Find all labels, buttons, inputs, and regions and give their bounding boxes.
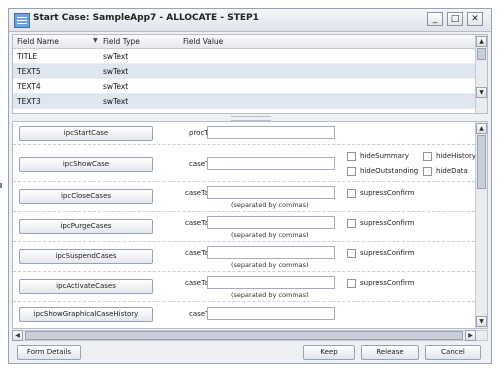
column-field-type[interactable]: Field Type: [103, 37, 140, 46]
scroll-up-icon[interactable]: ▲: [476, 36, 487, 47]
action-row: ipcShowGraphicalCaseHistory caseTag: [13, 301, 475, 327]
panel-scrollbar[interactable]: ▲ ▼: [475, 122, 487, 328]
cancel-button[interactable]: Cancel: [425, 345, 481, 360]
grid-scrollbar[interactable]: ▲ ▼: [475, 35, 487, 113]
grid-header: Field Name ▼ Field Type Field Value: [13, 35, 475, 49]
scroll-up-icon[interactable]: ▲: [476, 123, 487, 134]
grid-scroll-thumb[interactable]: [477, 48, 486, 60]
case-tags-input[interactable]: [207, 216, 335, 229]
panel-scroll-thumb[interactable]: [477, 135, 486, 189]
grid-row[interactable]: TEXT5 swText: [13, 64, 475, 79]
form-icon: [14, 13, 30, 28]
scroll-left-icon[interactable]: ◀: [12, 330, 23, 341]
column-field-name[interactable]: Field Name: [17, 37, 59, 46]
hide-data-checkbox[interactable]: [423, 167, 432, 176]
ipc-show-case-button[interactable]: ipcShowCase: [19, 157, 153, 172]
ipc-purge-cases-button[interactable]: ipcPurgeCases: [19, 219, 153, 234]
horizontal-scroll-thumb[interactable]: [25, 331, 463, 340]
scroll-down-icon[interactable]: ▼: [476, 316, 487, 327]
hide-outstanding-checkbox[interactable]: [347, 167, 356, 176]
field-name-cell: TEXT4: [17, 82, 41, 91]
ipc-show-graphical-case-history-button[interactable]: ipcShowGraphicalCaseHistory: [19, 307, 153, 322]
field-name-cell: TITLE: [17, 52, 38, 61]
minimize-button[interactable]: _: [427, 12, 443, 26]
supress-confirm-checkbox[interactable]: [347, 219, 356, 228]
footer-bar: Form Details Keep Release Cancel: [9, 343, 491, 363]
hide-summary-checkbox[interactable]: [347, 152, 356, 161]
action-row: ipcCloseCases caseTags (separated by com…: [13, 181, 475, 212]
left-edge-marker: [0, 183, 2, 188]
action-row: ipcActivateCases caseTags (separated by …: [13, 271, 475, 302]
scroll-down-icon[interactable]: ▼: [476, 87, 487, 98]
hide-summary-label: hideSummary: [360, 152, 409, 160]
hide-history-label: hideHistory: [436, 152, 477, 160]
supress-confirm-checkbox[interactable]: [347, 279, 356, 288]
ipc-close-cases-button[interactable]: ipcCloseCases: [19, 189, 153, 204]
supress-confirm-label: supressConfirm: [360, 219, 415, 227]
field-name-cell: TEXT5: [17, 67, 41, 76]
ipc-start-case-button[interactable]: ipcStartCase: [19, 126, 153, 141]
case-tags-hint: (separated by commas): [231, 231, 309, 239]
form-details-button[interactable]: Form Details: [17, 345, 81, 360]
hide-outstanding-label: hideOutstanding: [360, 167, 419, 175]
ipc-suspend-cases-button[interactable]: ipcSuspendCases: [19, 249, 153, 264]
case-tag-input[interactable]: [207, 307, 335, 320]
supress-confirm-checkbox[interactable]: [347, 189, 356, 198]
window-title: Start Case: SampleApp7 - ALLOCATE - STEP…: [33, 13, 259, 23]
case-tags-hint: (separated by commas): [231, 261, 309, 269]
case-tags-hint: (separated by commas): [231, 201, 309, 209]
column-field-value[interactable]: Field Value: [183, 37, 223, 46]
start-case-window: Start Case: SampleApp7 - ALLOCATE - STEP…: [8, 8, 492, 364]
scroll-right-icon[interactable]: ▶: [465, 330, 476, 341]
field-name-cell: TEXT3: [17, 97, 41, 106]
supress-confirm-label: supressConfirm: [360, 189, 415, 197]
title-bar[interactable]: Start Case: SampleApp7 - ALLOCATE - STEP…: [9, 9, 491, 32]
grid-row[interactable]: TEXT4 swText: [13, 79, 475, 94]
action-row: ipcStartCase procTag: [13, 122, 475, 145]
grid-row[interactable]: TITLE swText: [13, 49, 475, 64]
field-type-cell: swText: [103, 67, 129, 76]
hide-data-label: hideData: [436, 167, 468, 175]
field-type-cell: swText: [103, 97, 129, 106]
supress-confirm-label: supressConfirm: [360, 279, 415, 287]
supress-confirm-label: supressConfirm: [360, 249, 415, 257]
field-type-cell: swText: [103, 82, 129, 91]
action-row: ipcPurgeCases caseTags (separated by com…: [13, 211, 475, 242]
actions-panel: ipcStartCase procTag ipcShowCase caseTag…: [12, 121, 488, 329]
case-tags-input[interactable]: [207, 276, 335, 289]
keep-button[interactable]: Keep: [303, 345, 355, 360]
action-row: ipcSuspendCases caseTags (separated by c…: [13, 241, 475, 272]
ipc-activate-cases-button[interactable]: ipcActivateCases: [19, 279, 153, 294]
release-button[interactable]: Release: [361, 345, 419, 360]
case-tags-input[interactable]: [207, 246, 335, 259]
case-tag-input[interactable]: [207, 157, 335, 170]
grid-row[interactable]: TEXT3 swText: [13, 94, 475, 109]
case-tags-hint: (separated by commas): [231, 291, 309, 299]
field-type-cell: swText: [103, 52, 129, 61]
sort-arrow-icon[interactable]: ▼: [93, 37, 98, 44]
close-button[interactable]: ✕: [467, 12, 483, 26]
supress-confirm-checkbox[interactable]: [347, 249, 356, 258]
panel-horizontal-scrollbar[interactable]: ◀ ▶: [12, 330, 488, 341]
maximize-button[interactable]: □: [447, 12, 463, 26]
field-grid: Field Name ▼ Field Type Field Value TITL…: [12, 34, 488, 114]
proc-tag-input[interactable]: [207, 126, 335, 139]
case-tags-input[interactable]: [207, 186, 335, 199]
action-row: ipcShowCase caseTag hideSummary hideHist…: [13, 144, 477, 182]
hide-history-checkbox[interactable]: [423, 152, 432, 161]
